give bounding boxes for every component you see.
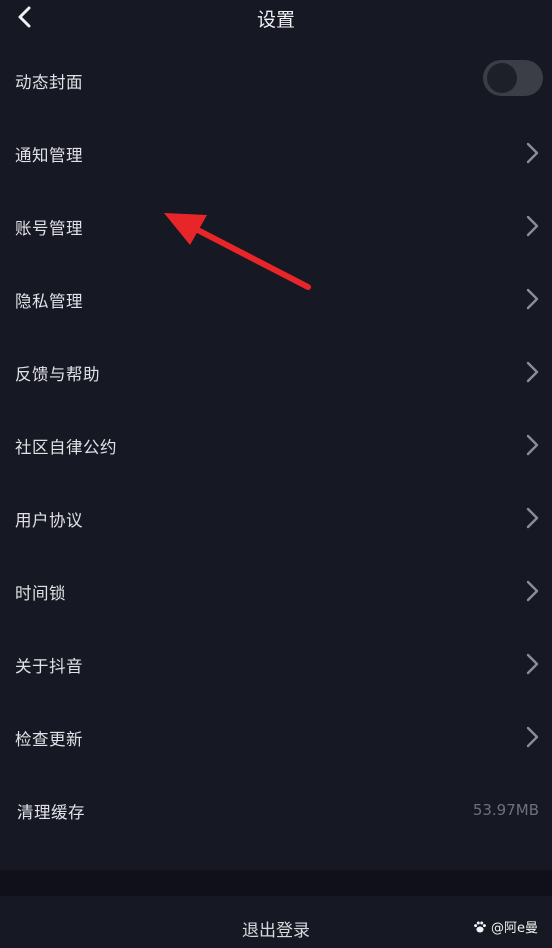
setting-label: 通知管理 <box>15 146 83 165</box>
setting-row-community[interactable]: 社区自律公约 <box>0 423 552 467</box>
setting-row-feedback[interactable]: 反馈与帮助 <box>0 350 552 394</box>
setting-label: 账号管理 <box>15 219 83 238</box>
top-bar: 设置 <box>0 0 552 40</box>
annotation-arrow-icon <box>164 213 311 290</box>
chevron-right-icon <box>526 361 539 383</box>
setting-row-clear-cache[interactable]: 清理缓存 53.97MB <box>0 788 552 832</box>
chevron-right-icon <box>526 288 539 310</box>
chevron-right-icon <box>526 434 539 456</box>
section-divider <box>0 870 552 896</box>
setting-label: 用户协议 <box>15 511 83 530</box>
setting-row-dynamic-cover: 动态封面 <box>0 58 552 102</box>
chevron-right-icon <box>526 653 539 675</box>
chevron-right-icon <box>526 142 539 164</box>
setting-row-notification[interactable]: 通知管理 <box>0 131 552 175</box>
setting-label: 关于抖音 <box>15 657 83 676</box>
setting-label: 反馈与帮助 <box>15 365 100 384</box>
paw-icon <box>473 921 486 933</box>
toggle-knob <box>487 63 517 93</box>
watermark: @阿e曼 <box>473 917 538 936</box>
setting-row-update[interactable]: 检查更新 <box>0 715 552 759</box>
setting-row-user-agreement[interactable]: 用户协议 <box>0 496 552 540</box>
setting-label: 时间锁 <box>15 584 66 603</box>
dynamic-cover-toggle[interactable] <box>483 60 543 96</box>
page-title: 设置 <box>256 9 295 31</box>
chevron-right-icon <box>526 215 539 237</box>
setting-label: 清理缓存 <box>17 803 85 822</box>
chevron-right-icon <box>526 726 539 748</box>
setting-label: 隐私管理 <box>15 292 83 311</box>
setting-label: 检查更新 <box>15 730 83 749</box>
setting-label: 社区自律公约 <box>15 438 117 457</box>
chevron-right-icon <box>526 580 539 602</box>
cache-size: 53.97MB <box>472 801 539 819</box>
logout-label: 退出登录 <box>242 921 310 941</box>
setting-label: 动态封面 <box>15 73 83 92</box>
logout-button[interactable]: 退出登录 <box>0 896 552 948</box>
chevron-right-icon <box>526 507 539 529</box>
setting-row-time-lock[interactable]: 时间锁 <box>0 569 552 613</box>
watermark-text: @阿e曼 <box>491 921 538 936</box>
setting-row-about[interactable]: 关于抖音 <box>0 642 552 686</box>
